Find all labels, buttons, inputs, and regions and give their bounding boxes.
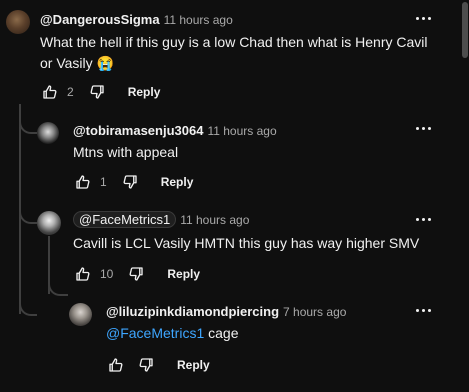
thumbs-down-icon[interactable] [137,356,155,374]
reply-button[interactable]: Reply [167,267,200,281]
thumbs-up-icon[interactable] [74,173,92,191]
reply-button[interactable]: Reply [128,85,161,99]
avatar[interactable] [69,303,92,326]
reply-button[interactable]: Reply [161,175,194,189]
comment-text: Cavill is LCL Vasily HMTN this guy has w… [73,235,420,251]
comment-author[interactable]: @FaceMetrics1 11 hours ago [73,211,249,228]
comment-actions: 1 Reply [74,172,193,192]
reply-button[interactable]: Reply [177,358,210,372]
thumbs-down-icon[interactable] [88,83,106,101]
comment-time[interactable]: 7 hours ago [283,305,346,319]
more-vertical-icon[interactable] [413,209,433,229]
comment-text: What the hell if this guy is a low Chad … [40,34,428,71]
avatar[interactable] [37,211,61,235]
thread-connector [19,300,37,316]
thumbs-up-icon[interactable] [107,356,125,374]
scrollbar[interactable] [461,0,469,392]
comment-time[interactable]: 11 hours ago [164,13,233,27]
crying-emoji: 😭 [96,55,114,71]
thumbs-down-icon[interactable] [121,173,139,191]
thumbs-down-icon[interactable] [127,265,145,283]
more-vertical-icon[interactable] [413,8,433,28]
comment-author[interactable]: @DangerousSigma 11 hours ago [40,12,233,27]
avatar[interactable] [6,10,30,34]
thread-connector [48,280,68,296]
comment-author[interactable]: @liluzipinkdiamondpiercing 7 hours ago [106,304,346,319]
mention-link[interactable]: @FaceMetrics1 [106,325,204,341]
thumbs-up-icon[interactable] [41,83,59,101]
like-count: 2 [67,85,74,99]
comment-actions: 2 Reply [41,82,160,102]
comment-time[interactable]: 11 hours ago [180,213,249,227]
avatar[interactable] [37,122,59,144]
thread-connector [19,208,37,224]
like-count: 1 [100,175,107,189]
comment-actions: Reply [107,355,210,375]
more-vertical-icon[interactable] [413,300,433,320]
more-vertical-icon[interactable] [413,118,433,138]
scrollbar-thumb[interactable] [462,2,468,58]
like-count: 10 [100,267,114,281]
comment-time[interactable]: 11 hours ago [207,124,276,138]
thumbs-up-icon[interactable] [74,265,92,283]
comment-text: @FaceMetrics1 cage [106,325,239,341]
comment-actions: 10 Reply [74,264,200,284]
comment-author[interactable]: @tobiramasenju3064 11 hours ago [73,123,277,138]
comment-text: Mtns with appeal [73,144,179,160]
thread-connector [19,118,37,134]
